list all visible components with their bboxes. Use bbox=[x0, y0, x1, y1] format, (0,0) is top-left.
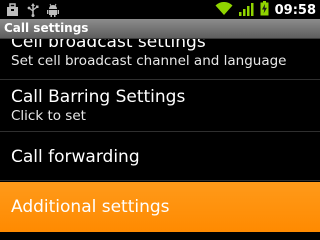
wifi-icon bbox=[215, 1, 233, 20]
item-subtitle: Click to set bbox=[11, 108, 86, 124]
settings-list: Cell broadcast settings Set cell broadca… bbox=[0, 39, 320, 240]
title-bar: Call settings bbox=[0, 19, 320, 39]
signal-icon bbox=[238, 1, 254, 20]
item-subtitle: Set cell broadcast channel and language bbox=[11, 53, 287, 69]
list-item-call-barring-settings[interactable]: Call Barring Settings Click to set bbox=[0, 80, 320, 130]
page-title: Call settings bbox=[4, 21, 89, 35]
status-bar: 09:58 bbox=[0, 0, 320, 19]
item-title: Cell broadcast settings bbox=[11, 39, 206, 52]
item-title: Additional settings bbox=[11, 197, 170, 217]
list-item-call-forwarding[interactable]: Call forwarding bbox=[0, 132, 320, 180]
status-clock: 09:58 bbox=[274, 3, 316, 18]
item-title: Call forwarding bbox=[11, 147, 140, 167]
item-title: Call Barring Settings bbox=[11, 87, 186, 107]
list-item-cell-broadcast-settings[interactable]: Cell broadcast settings Set cell broadca… bbox=[0, 39, 320, 78]
list-item-additional-settings[interactable]: Additional settings bbox=[0, 182, 320, 232]
battery-charging-icon bbox=[260, 1, 269, 20]
list-divider bbox=[0, 180, 320, 181]
